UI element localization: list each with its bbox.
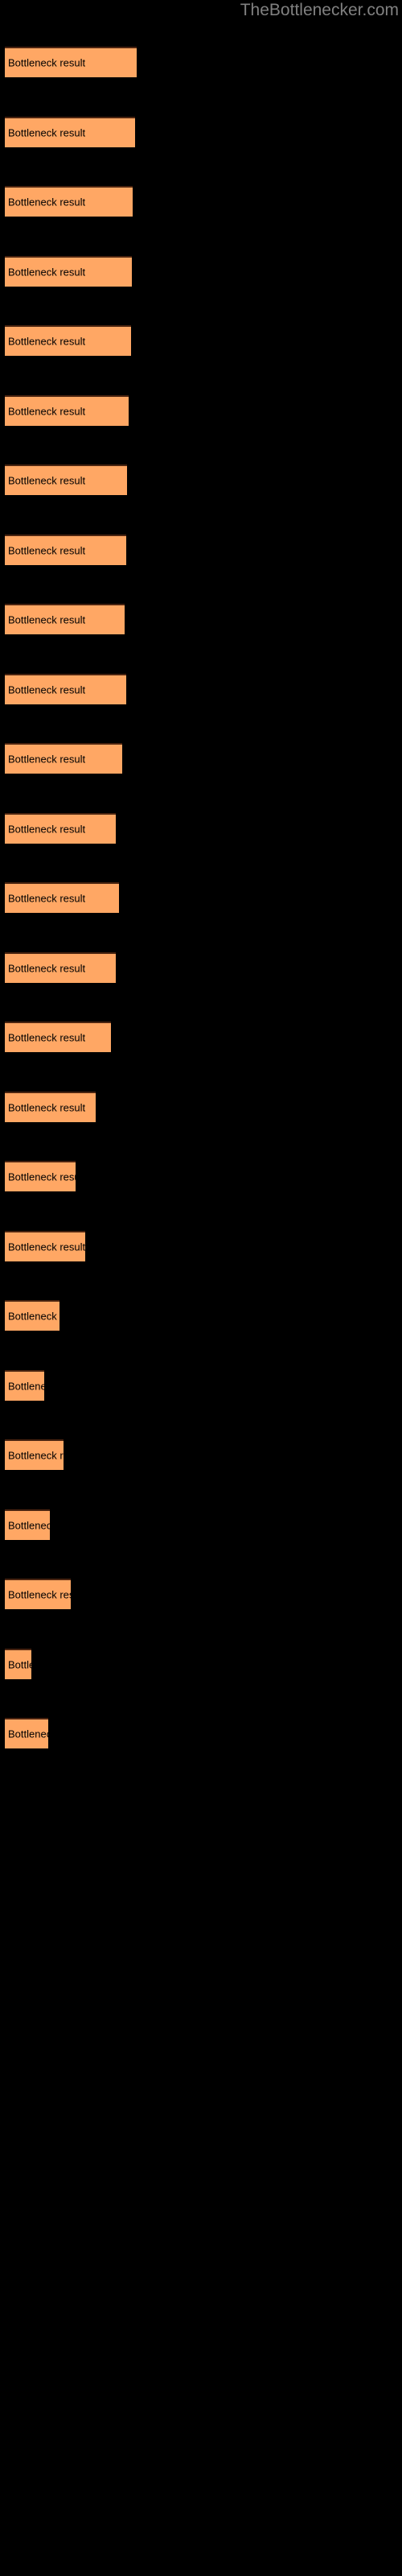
- bar[interactable]: Bottleneck result: [5, 882, 119, 913]
- bar-label: Bottleneck result: [8, 56, 86, 69]
- bar-row: Bottleneck result: [0, 535, 402, 565]
- bar-label: Bottleneck result: [8, 196, 86, 208]
- bar-label: Bottleneck result: [8, 1101, 86, 1114]
- bar-row: Bottleneck result: [0, 1579, 402, 1609]
- bar[interactable]: Bottleneck result: [5, 47, 137, 77]
- bar-label: Bottleneck result: [8, 962, 86, 975]
- bar[interactable]: Bottleneck result: [5, 464, 127, 495]
- bar[interactable]: Bottleneck result: [5, 743, 122, 774]
- bar[interactable]: Bottleneck result: [5, 1439, 64, 1470]
- bar-row: Bottleneck result: [0, 674, 402, 704]
- bar-label: Bottleneck result: [8, 613, 86, 626]
- bar-row: Bottleneck result: [0, 1092, 402, 1122]
- bar-row: Bottleneck result: [0, 464, 402, 495]
- bar-row: Bottleneck result: [0, 325, 402, 356]
- bar-label: Bottleneck result: [8, 1031, 86, 1044]
- bar-row: Bottleneck result: [0, 256, 402, 287]
- bar-row: Bottleneck result: [0, 1718, 402, 1748]
- bar-row: Bottleneck result: [0, 743, 402, 774]
- bar-label: Bottleneck result: [8, 1449, 64, 1462]
- bar[interactable]: Bottleneck result: [5, 813, 116, 844]
- bar[interactable]: Bottleneck result: [5, 117, 135, 147]
- bar-row: Bottleneck result: [0, 813, 402, 844]
- bar[interactable]: Bottleneck result: [5, 1649, 31, 1679]
- bar[interactable]: Bottleneck result: [5, 256, 132, 287]
- bar-row: Bottleneck result: [0, 1509, 402, 1540]
- bar-label: Bottleneck result: [8, 753, 86, 766]
- bar-row: Bottleneck result: [0, 604, 402, 634]
- bar[interactable]: Bottleneck result: [5, 325, 131, 356]
- bar[interactable]: Bottleneck result: [5, 1579, 71, 1609]
- bar[interactable]: Bottleneck result: [5, 1092, 96, 1122]
- bar-label: Bottleneck result: [8, 266, 86, 279]
- bar[interactable]: Bottleneck result: [5, 952, 116, 983]
- bar-label: Bottleneck result: [8, 1588, 71, 1601]
- bar-row: Bottleneck result: [0, 1161, 402, 1191]
- bar-label: Bottleneck result: [8, 1241, 85, 1253]
- bar-label: Bottleneck result: [8, 126, 86, 139]
- bar-label: Bottleneck result: [8, 1658, 31, 1671]
- bar-row: Bottleneck result: [0, 117, 402, 147]
- bar[interactable]: Bottleneck result: [5, 1718, 48, 1748]
- bar-row: Bottleneck result: [0, 1439, 402, 1470]
- bar-row: Bottleneck result: [0, 1649, 402, 1679]
- bar-label: Bottleneck result: [8, 335, 86, 348]
- bar[interactable]: Bottleneck result: [5, 1509, 50, 1540]
- bar-label: Bottleneck result: [8, 823, 86, 836]
- bar[interactable]: Bottleneck result: [5, 1022, 111, 1052]
- bar[interactable]: Bottleneck result: [5, 535, 126, 565]
- bar-label: Bottleneck result: [8, 1170, 76, 1183]
- bar-series: Bottleneck result Bottleneck result Bottle…: [0, 0, 402, 2576]
- bar-row: Bottleneck result: [0, 1231, 402, 1261]
- bar-label: Bottleneck result: [8, 892, 86, 905]
- bar[interactable]: Bottleneck result: [5, 674, 126, 704]
- bar-row: Bottleneck result: [0, 1300, 402, 1331]
- bar-label: Bottleneck result: [8, 1310, 59, 1323]
- bar-label: Bottleneck result: [8, 1728, 48, 1740]
- bar-row: Bottleneck result: [0, 395, 402, 426]
- bar[interactable]: Bottleneck result: [5, 1231, 85, 1261]
- bar-label: Bottleneck result: [8, 683, 86, 696]
- bar-row: Bottleneck result: [0, 47, 402, 77]
- bar-label: Bottleneck result: [8, 474, 86, 487]
- bar-row: Bottleneck result: [0, 186, 402, 217]
- bar[interactable]: Bottleneck result: [5, 1161, 76, 1191]
- bar[interactable]: Bottleneck result: [5, 1300, 59, 1331]
- bar-label: Bottleneck result: [8, 1519, 50, 1532]
- bar-row: Bottleneck result: [0, 952, 402, 983]
- bar-row: Bottleneck result: [0, 1370, 402, 1401]
- bar[interactable]: Bottleneck result: [5, 604, 125, 634]
- bar-row: Bottleneck result: [0, 1022, 402, 1052]
- bar-label: Bottleneck result: [8, 405, 86, 418]
- bar[interactable]: Bottleneck result: [5, 1370, 44, 1401]
- bar-label: Bottleneck result: [8, 544, 86, 557]
- bar-row: Bottleneck result: [0, 882, 402, 913]
- bar[interactable]: Bottleneck result: [5, 395, 129, 426]
- bar[interactable]: Bottleneck result: [5, 186, 133, 217]
- bar-label: Bottleneck result: [8, 1380, 44, 1393]
- bottleneck-chart: TheBottlenecker.com Bottleneck result Bot…: [0, 0, 402, 2576]
